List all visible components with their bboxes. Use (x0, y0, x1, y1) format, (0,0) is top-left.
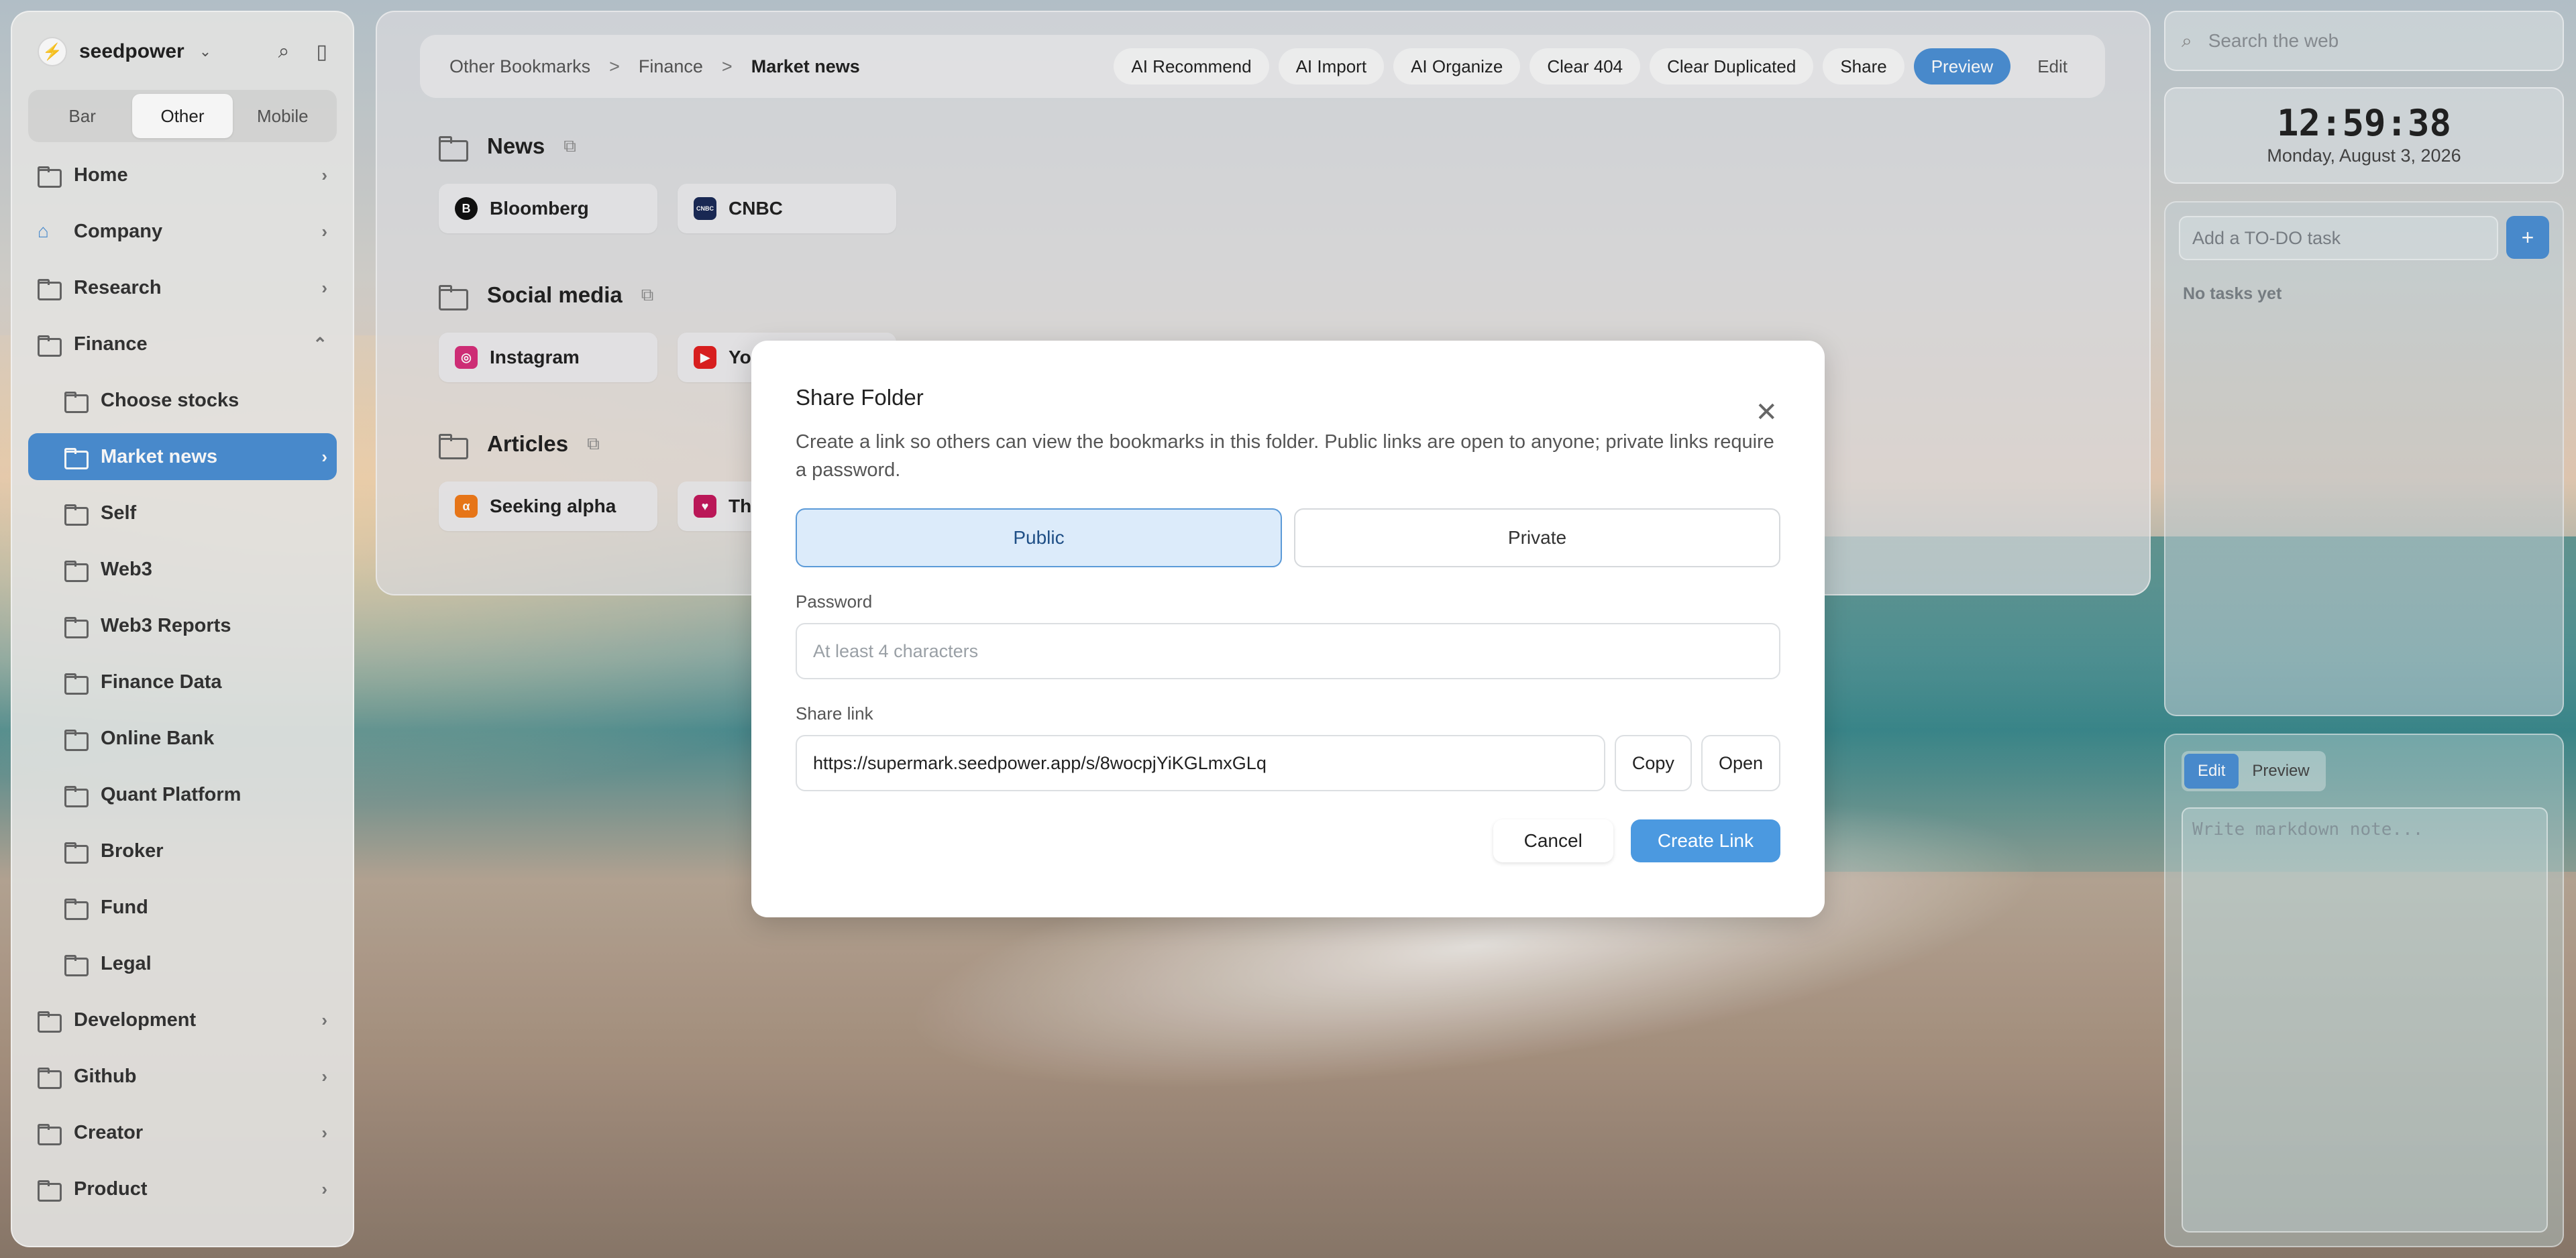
dialog-description: Create a link so others can view the boo… (796, 431, 1774, 481)
password-input[interactable] (796, 623, 1780, 679)
visibility-toggle: Public Private (796, 508, 1780, 567)
public-option[interactable]: Public (796, 508, 1282, 567)
close-icon[interactable]: ✕ (1755, 397, 1778, 428)
open-button[interactable]: Open (1701, 735, 1780, 791)
create-link-button[interactable]: Create Link (1630, 819, 1780, 862)
password-label: Password (796, 591, 873, 612)
share-folder-dialog: Share Folder ✕ Create a link so others c… (751, 341, 1825, 917)
copy-button[interactable]: Copy (1614, 735, 1692, 791)
share-link-label: Share link (796, 703, 873, 724)
private-option[interactable]: Private (1294, 508, 1780, 567)
dialog-title: Share Folder (796, 385, 924, 410)
cancel-button[interactable]: Cancel (1493, 819, 1613, 862)
share-link-input[interactable] (796, 735, 1605, 791)
